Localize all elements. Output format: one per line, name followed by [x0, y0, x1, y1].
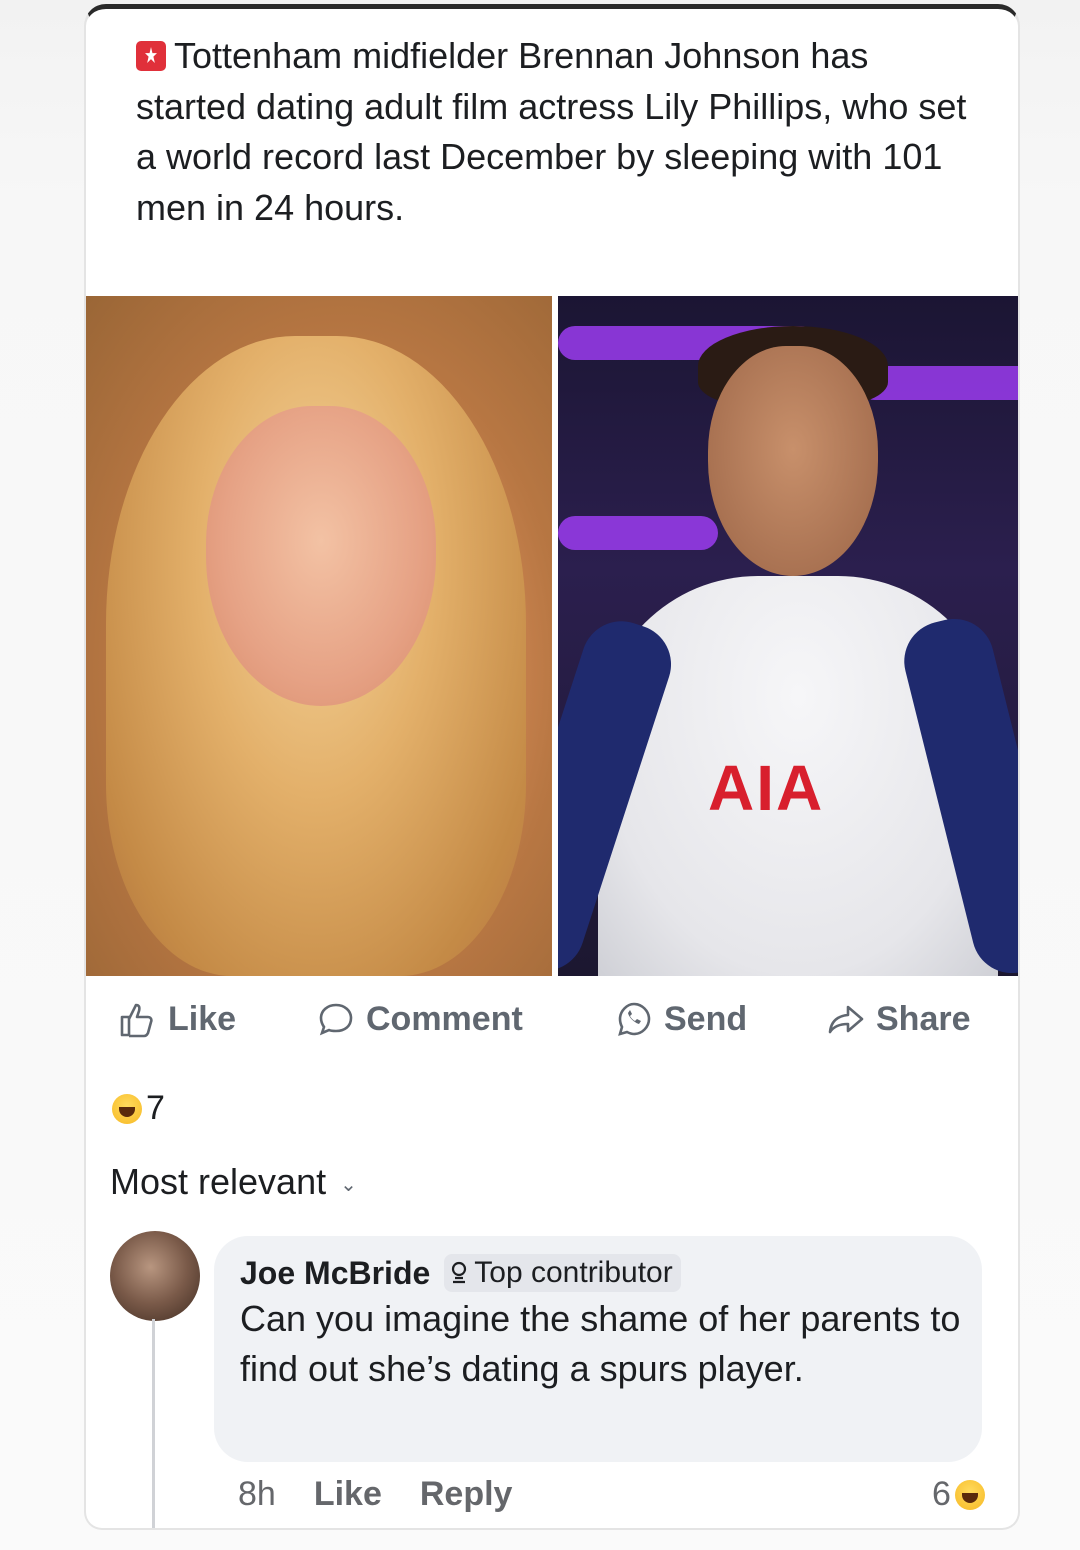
- post-card: Tottenham midfielder Brennan Johnson has…: [84, 4, 1020, 1530]
- comment-text: Can you imagine the shame of her parents…: [240, 1298, 961, 1389]
- comment-reaction-count: 6: [932, 1475, 951, 1513]
- player-head: [708, 346, 878, 576]
- comment-bubble: Joe McBride Top contributor Can you imag…: [214, 1236, 982, 1462]
- badge-label: Top contributor: [474, 1256, 673, 1289]
- haha-emoji-icon: [112, 1093, 142, 1124]
- reaction-summary[interactable]: 7: [112, 1089, 165, 1128]
- comment-button[interactable]: Comment: [316, 999, 523, 1039]
- comment-author[interactable]: Joe McBride: [240, 1255, 430, 1292]
- top-contributor-badge[interactable]: Top contributor: [444, 1254, 681, 1292]
- contributor-badge-icon: [452, 1261, 467, 1284]
- share-arrow-icon: [828, 1005, 864, 1034]
- comment-header: Joe McBride Top contributor: [240, 1254, 982, 1292]
- like-button[interactable]: Like: [118, 999, 236, 1039]
- like-label: Like: [168, 999, 237, 1038]
- reaction-count: 7: [146, 1089, 165, 1127]
- comment-label: Comment: [366, 999, 523, 1038]
- comment-bubble-icon: [319, 1003, 353, 1036]
- send-label: Send: [664, 999, 748, 1038]
- chevron-down-icon: ⌄: [340, 1173, 357, 1196]
- share-button[interactable]: Share: [826, 999, 971, 1039]
- comment-reaction-summary[interactable]: 6: [932, 1475, 985, 1514]
- comment-reply-link[interactable]: Reply: [420, 1475, 513, 1514]
- thumbs-up-icon: [120, 1003, 153, 1038]
- haha-emoji-icon: [954, 1479, 985, 1510]
- thread-line: [152, 1319, 155, 1528]
- neon-light: [558, 516, 718, 550]
- post-text: Tottenham midfielder Brennan Johnson has…: [136, 35, 967, 228]
- post-actions: Like Comment Send Share: [86, 999, 1018, 1049]
- post-text-block: Tottenham midfielder Brennan Johnson has…: [136, 31, 976, 233]
- whatsapp-icon: [618, 1002, 651, 1036]
- share-label: Share: [876, 999, 971, 1038]
- shirt-sponsor-text: AIA: [708, 752, 825, 824]
- comment-meta: 8h Like Reply: [238, 1475, 512, 1514]
- sort-label: Most relevant: [110, 1161, 327, 1202]
- photo-footballer[interactable]: AIA: [558, 296, 1018, 976]
- comment-like-link[interactable]: Like: [314, 1475, 382, 1514]
- photo-woman[interactable]: [86, 296, 552, 976]
- post-images[interactable]: AIA: [86, 296, 1018, 976]
- send-button[interactable]: Send: [614, 999, 747, 1039]
- comment-time[interactable]: 8h: [238, 1475, 276, 1514]
- face-shape: [206, 406, 436, 706]
- avatar[interactable]: [110, 1231, 200, 1321]
- comment-sort-dropdown[interactable]: Most relevant ⌄: [110, 1161, 357, 1203]
- news-flag-icon: [136, 41, 166, 71]
